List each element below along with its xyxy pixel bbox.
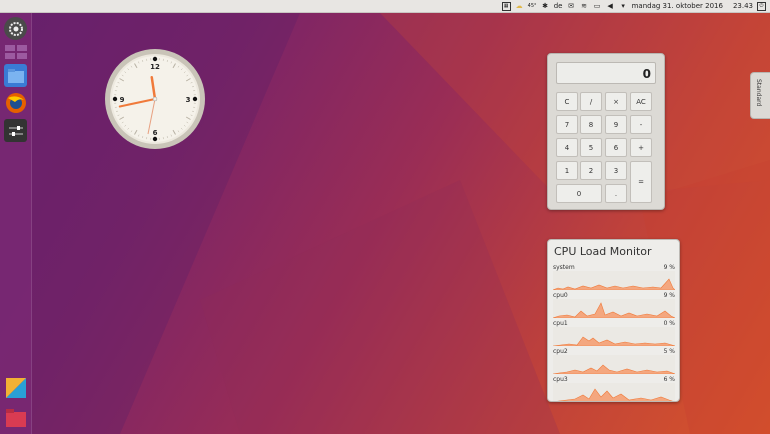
firefox-logo-icon [5,92,26,113]
numeral-9: 9 [120,96,125,104]
calc-key-14[interactable]: 3 [605,161,627,180]
cpu-row-value: 9 % [663,264,675,271]
cpu-row-label: system [553,264,575,271]
red-folder-icon [5,408,26,427]
calc-key-12[interactable]: 1 [556,161,578,180]
clock-face: 12 3 6 9 [105,49,205,149]
calc-key-6[interactable]: 9 [605,115,627,134]
workspace-grid-icon [4,45,27,59]
calc-key-15[interactable]: = [630,161,652,203]
sliders-icon [8,125,23,136]
cpu-row-cpu3: cpu3 6 % [553,376,675,401]
software-icon[interactable] [4,376,27,399]
cpu-row-cpu1: cpu1 0 % [553,320,675,346]
wifi-icon[interactable]: ≋ [580,1,589,12]
calc-key-5[interactable]: 8 [580,115,602,134]
dot-3 [192,96,198,102]
cpu-load-graph [553,383,675,401]
calc-key-13[interactable]: 2 [580,161,602,180]
standard-tab-label: Standard [755,79,762,107]
gear-icon [8,21,23,36]
calc-key-10[interactable]: 6 [605,138,627,157]
power-icon[interactable]: ⏻ [757,1,766,11]
calc-key-8[interactable]: 4 [556,138,578,157]
cpu-load-monitor-widget: CPU Load Monitor system 9 % cpu0 9 % cpu1 0 %… [547,239,680,402]
calc-key-11[interactable]: + [630,138,652,157]
dot-9 [112,96,118,102]
folder-blue-icon [7,68,24,83]
weather-icon[interactable]: ☁ [515,1,524,12]
settings-icon[interactable] [4,119,27,142]
cpu-load-graph [553,299,675,318]
numeral-3: 3 [186,96,191,104]
mail-icon[interactable]: ✉ [567,1,576,12]
volume-icon[interactable]: ◀ [606,1,615,12]
cpu-monitor-title: CPU Load Monitor [554,245,652,258]
firefox-icon[interactable] [4,91,27,114]
clock-center [152,96,158,102]
calc-key-7[interactable]: - [630,115,652,134]
folder-icon[interactable] [4,406,27,429]
calculator-display: 0 [556,62,656,84]
cpu-load-graph [553,271,675,290]
dot-6 [152,136,158,142]
launcher [0,13,32,434]
cpu-row-label: cpu0 [553,292,568,299]
date-label[interactable]: mandag 31. oktober 2016 [632,1,723,12]
calc-key-9[interactable]: 5 [580,138,602,157]
analog-clock-widget[interactable]: 12 3 6 9 [104,48,206,150]
calc-key-4[interactable]: 7 [556,115,578,134]
dot-12 [152,56,158,62]
system-settings-icon[interactable] [4,17,27,40]
top-panel: ▦ ☁ 45° ✱ de ✉ ≋ ▭ ◀ ▾ mandag 31. oktobe… [0,0,770,13]
time-label[interactable]: 23.43 [733,1,753,12]
calc-key-3[interactable]: AC [630,92,652,111]
temperature-value: 45° [527,3,537,9]
cpu-row-value: 6 % [663,376,675,383]
cpu-load-graph [553,327,675,346]
cpu-row-value: 0 % [663,320,675,327]
cpu-row-value: 5 % [663,348,675,355]
workspaces-icon[interactable] [4,44,27,60]
dropdown-icon[interactable]: ▾ [619,1,628,12]
cpu-row-cpu0: cpu0 9 % [553,292,675,318]
calc-key-1[interactable]: / [580,92,602,111]
cpu-row-cpu2: cpu2 5 % [553,348,675,374]
keyboard-icon[interactable]: de [554,1,563,12]
calc-key-16[interactable]: 0 [556,184,602,203]
cpu-row-label: cpu2 [553,348,568,355]
cpu-row-system: system 9 % [553,264,675,290]
files-icon[interactable] [4,64,27,87]
standard-tab[interactable]: Standard [750,72,770,119]
keyboard-layout: de [553,2,563,10]
battery-icon[interactable]: ▭ [593,1,602,12]
calculator-icon[interactable]: ▦ [501,1,511,11]
numeral-12: 12 [150,63,160,71]
cpu-row-label: cpu1 [553,320,568,327]
calc-key-0[interactable]: C [556,92,578,111]
bluetooth-icon[interactable]: ✱ [541,1,550,12]
software-center-icon [5,377,26,398]
calc-key-17[interactable]: . [605,184,627,203]
calculator-widget: 0 C / × AC 7 8 9- 4 5 6 +1 2 3 = 0. [547,53,665,210]
cpu-row-label: cpu3 [553,376,568,383]
numeral-6: 6 [153,129,158,137]
temperature-icon[interactable]: 45° [528,1,537,12]
cpu-load-graph [553,355,675,374]
cpu-row-value: 9 % [663,292,675,299]
calc-key-2[interactable]: × [605,92,627,111]
